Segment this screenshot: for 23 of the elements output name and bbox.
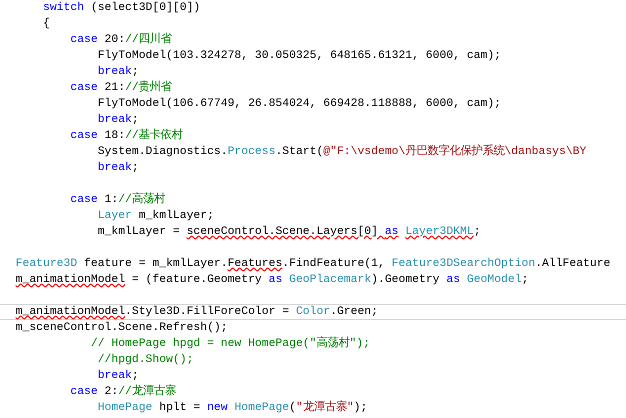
code-line: m_animationModel.Style3D.FillForeColor = Color.Green; bbox=[0, 304, 626, 320]
code-line: FlyToModel(106.67749, 26.854024, 669428.118888, 6000, cam); bbox=[96, 96, 501, 112]
code-line: // HomePage hpgd = new HomePage("高荡村"); bbox=[90, 336, 370, 352]
code-line: case 20://四川省 bbox=[69, 32, 172, 48]
code-line: case 21://贵州省 bbox=[69, 80, 172, 96]
code-line: break; bbox=[96, 64, 139, 80]
code-line: m_animationModel = (feature.Geometry as GeoPlacemark).Geometry as GeoModel; bbox=[14, 272, 528, 288]
code-line: break; bbox=[96, 368, 139, 384]
code-line: FlyToModel(103.324278, 30.050325, 648165.61321, 6000, cam); bbox=[96, 48, 501, 64]
code-line: case 2://龙潭古寨 bbox=[69, 384, 176, 400]
code-line: Layer m_kmlLayer; bbox=[96, 208, 214, 224]
code-line: { bbox=[42, 16, 50, 32]
code-line: //hpgd.Show(); bbox=[96, 352, 194, 368]
code-line: switch (select3D[0][0]) bbox=[42, 0, 200, 16]
code-line: m_sceneControl.Scene.Refresh(); bbox=[14, 320, 228, 336]
code-line: System.Diagnostics.Process.Start(@"F:\vsdemo\丹巴数字化保护系统\danbasys\BY bbox=[96, 144, 586, 160]
code-line: break; bbox=[96, 160, 139, 176]
code-line: HomePage hplt = new HomePage("龙潭古寨"); bbox=[96, 400, 368, 416]
code-line: break; bbox=[96, 112, 139, 128]
code-line: m_kmlLayer = sceneControl.Scene.Layers[0] as Layer3DKML; bbox=[96, 224, 481, 240]
code-line: Feature3D feature = m_kmlLayer.Features.FindFeature(1, Feature3DSearchOption.AllFeature bbox=[14, 256, 610, 272]
code-line: case 18://基卡依村 bbox=[69, 128, 183, 144]
code-line: case 1://高荡村 bbox=[69, 192, 165, 208]
